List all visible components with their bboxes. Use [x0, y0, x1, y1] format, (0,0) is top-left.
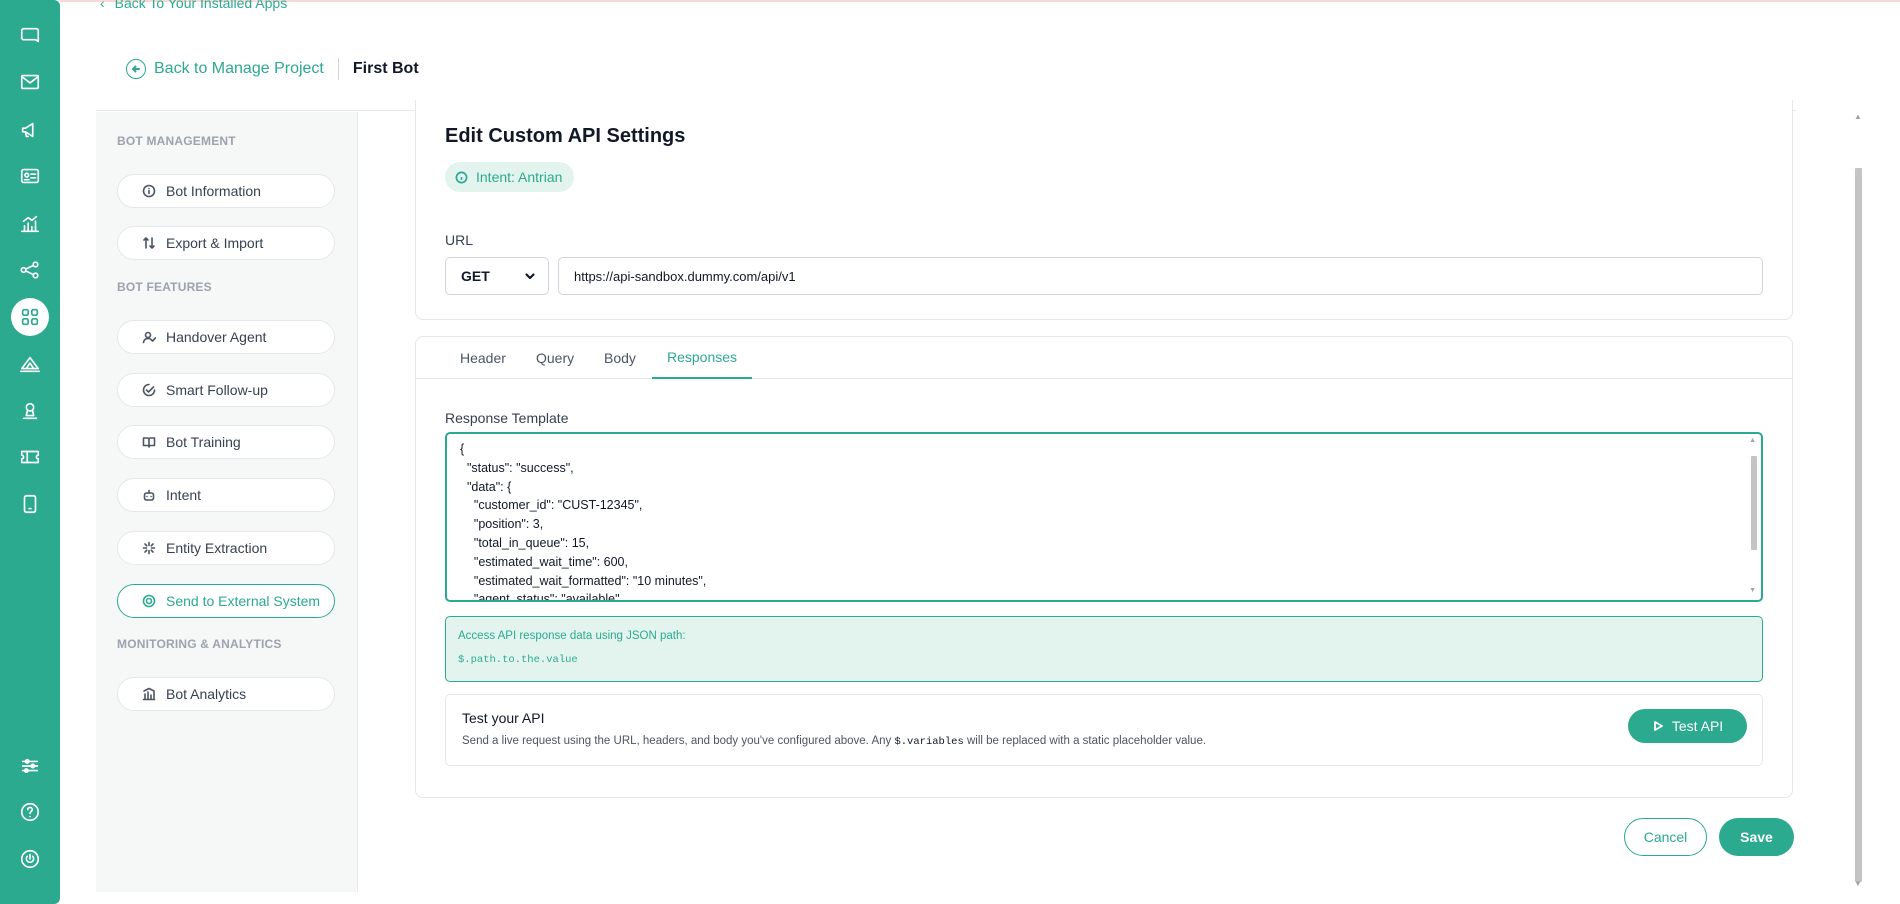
- chevron-down-icon: [525, 273, 535, 280]
- sidebar-item-intent[interactable]: Intent: [117, 478, 335, 512]
- ticket-icon[interactable]: [16, 443, 44, 471]
- target-icon: [142, 594, 156, 608]
- megaphone-icon[interactable]: [16, 116, 44, 144]
- broadcast-icon[interactable]: [16, 350, 44, 378]
- info-icon: [142, 184, 156, 198]
- sidebar-item-label: Export & Import: [166, 235, 264, 251]
- response-template-content: { "status": "success", "data": { "custom…: [460, 442, 707, 602]
- share-nodes-icon[interactable]: [16, 256, 44, 284]
- test-api-description: Send a live request using the URL, heade…: [462, 735, 1206, 748]
- sidebar-item-label: Handover Agent: [166, 329, 267, 345]
- tab-body[interactable]: Body: [604, 336, 636, 379]
- scroll-down-arrow-icon[interactable]: ▼: [1749, 587, 1756, 594]
- hint-title: Access API response data using JSON path…: [458, 630, 686, 642]
- test-desc-code: $.variables: [894, 736, 964, 748]
- http-method-value: GET: [461, 268, 490, 284]
- section-title-monitoring-analytics: MONITORING & ANALYTICS: [117, 637, 282, 651]
- top-border: [60, 0, 1900, 2]
- intent-badge: Intent: Antrian: [445, 162, 575, 192]
- response-template-textarea[interactable]: { "status": "success", "data": { "custom…: [445, 432, 1763, 602]
- bot-name: First Bot: [352, 60, 419, 77]
- sidebar-item-handover-agent[interactable]: Handover Agent: [117, 320, 335, 354]
- message-check-icon: [142, 383, 156, 397]
- mail-icon[interactable]: [16, 68, 44, 96]
- chat-bubble-icon[interactable]: [16, 22, 44, 50]
- sidebar-item-export-import[interactable]: Export & Import: [117, 226, 335, 260]
- help-icon[interactable]: [16, 798, 44, 826]
- sidebar-item-label: Entity Extraction: [166, 540, 268, 556]
- scroll-down-arrow-icon[interactable]: ▼: [1854, 879, 1862, 888]
- back-to-manage-project-link[interactable]: Back to Manage Project: [126, 59, 324, 79]
- page-scrollbar-thumb[interactable]: [1855, 168, 1862, 882]
- section-title-bot-management: BOT MANAGEMENT: [117, 134, 236, 148]
- sidebar-item-smart-follow-up[interactable]: Smart Follow-up: [117, 373, 335, 407]
- scroll-up-arrow-icon[interactable]: ▲: [1854, 112, 1862, 121]
- http-method-select[interactable]: GET: [445, 257, 549, 295]
- page-header: Back to Manage Project First Bot: [96, 44, 419, 94]
- sliders-icon[interactable]: [16, 752, 44, 780]
- book-open-icon: [142, 437, 156, 448]
- sidebar-item-entity-extraction[interactable]: Entity Extraction: [117, 531, 335, 565]
- test-api-button[interactable]: Test API: [1628, 709, 1747, 743]
- section-title-bot-features: BOT FEATURES: [117, 280, 212, 294]
- arrows-updown-icon: [143, 237, 155, 249]
- sidebar-item-label: Bot Training: [166, 434, 241, 450]
- info-icon: [455, 171, 468, 183]
- sidebar-item-bot-training[interactable]: Bot Training: [117, 425, 335, 459]
- back-manage-project-label: Back to Manage Project: [154, 60, 324, 77]
- left-rail: [0, 0, 60, 904]
- sidebar-item-bot-information[interactable]: Bot Information: [117, 174, 335, 208]
- sidebar-item-label: Send to External System: [166, 593, 321, 609]
- test-desc-text: Send a live request using the URL, heade…: [462, 735, 895, 747]
- sidebar-item-bot-analytics[interactable]: Bot Analytics: [117, 677, 335, 711]
- cancel-button[interactable]: Cancel: [1624, 818, 1707, 856]
- arrow-left-circle-icon: [126, 59, 146, 79]
- bank-chart-icon: [142, 687, 156, 701]
- response-template-label: Response Template: [445, 410, 569, 426]
- test-desc-text-end: will be replaced with a static placehold…: [963, 735, 1207, 747]
- test-api-button-label: Test API: [1671, 718, 1724, 734]
- test-api-title: Test your API: [462, 710, 545, 726]
- json-path-hint: Access API response data using JSON path…: [445, 616, 1763, 682]
- tablet-icon[interactable]: [16, 490, 44, 518]
- tab-query[interactable]: Query: [536, 336, 574, 379]
- apps-grid-icon[interactable]: [11, 298, 49, 336]
- user-stamp-icon[interactable]: [16, 397, 44, 425]
- sidebar-item-label: Bot Analytics: [166, 686, 247, 702]
- intent-badge-label: Intent: Antrian: [476, 169, 563, 185]
- request-tabs: Header Query Body Responses: [415, 336, 1793, 379]
- scroll-up-arrow-icon[interactable]: ▲: [1749, 437, 1756, 444]
- robot-icon: [143, 489, 155, 501]
- power-icon[interactable]: [16, 845, 44, 873]
- sidebar-item-label: Bot Information: [166, 183, 261, 199]
- url-label: URL: [445, 232, 474, 248]
- page-title: Edit Custom API Settings: [445, 125, 686, 147]
- hint-code: $.path.to.the.value: [458, 654, 578, 666]
- settings-header-card: [415, 100, 1793, 208]
- back-to-installed-apps-link[interactable]: ‹ Back To Your Installed Apps: [100, 0, 287, 11]
- bar-chart-icon[interactable]: [16, 210, 44, 238]
- contact-card-icon[interactable]: [16, 162, 44, 190]
- sidebar-item-label: Smart Follow-up: [166, 382, 268, 398]
- sparkle-icon: [142, 541, 156, 555]
- sidebar-item-send-to-external-system[interactable]: Send to External System: [117, 584, 335, 618]
- textarea-scrollbar[interactable]: ▲ ▼: [1749, 436, 1759, 598]
- chevron-left-icon: ‹: [100, 0, 105, 11]
- tab-header[interactable]: Header: [460, 336, 506, 379]
- tab-responses[interactable]: Responses: [652, 336, 753, 379]
- sidebar-item-label: Intent: [166, 487, 202, 503]
- textarea-scrollbar-thumb[interactable]: [1751, 456, 1757, 550]
- play-icon: [1653, 721, 1663, 731]
- bot-settings-sidebar: BOT MANAGEMENT Bot Information Export & …: [96, 112, 358, 892]
- header-divider: [337, 58, 339, 80]
- back-installed-apps-label: Back To Your Installed Apps: [114, 0, 288, 11]
- user-check-icon: [142, 331, 156, 344]
- url-input[interactable]: https://api-sandbox.dummy.com/api/v1: [558, 257, 1763, 295]
- save-button[interactable]: Save: [1719, 818, 1794, 856]
- test-api-card: Test your API Send a live request using …: [445, 694, 1763, 766]
- page-scrollbar[interactable]: ▲ ▼: [1853, 112, 1865, 888]
